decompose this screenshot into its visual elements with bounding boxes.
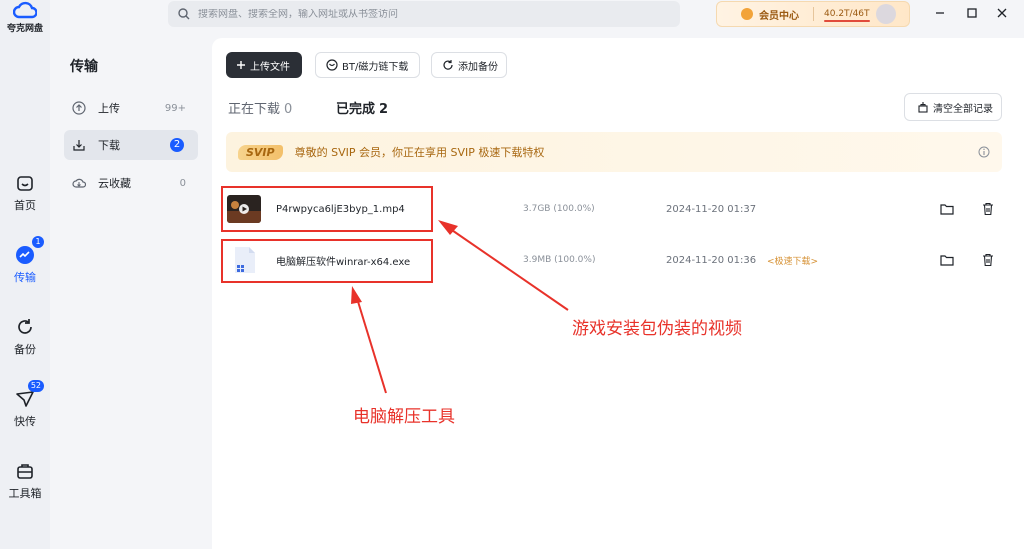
annotation-video-note: 游戏安装包伪装的视频 (572, 319, 742, 339)
arrow-to-exe (351, 286, 387, 394)
annotation-tool-note: 电脑解压工具 (353, 407, 455, 427)
annotation-arrows (351, 220, 569, 394)
arrow-to-video (438, 220, 569, 311)
